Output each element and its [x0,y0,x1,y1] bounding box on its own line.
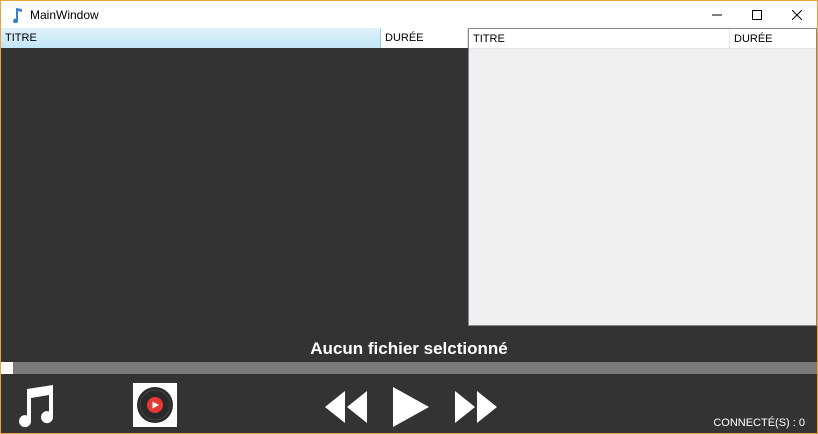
library-header: TITRE DURÉE [469,29,816,49]
music-notes-icon [19,385,54,428]
music-library-button[interactable] [15,383,59,429]
fast-forward-button[interactable] [453,385,499,429]
fast-forward-icon [455,391,497,423]
minimize-button[interactable] [697,1,737,28]
title-bar[interactable]: MainWindow [1,1,817,28]
playlist-header: TITRE DURÉE [1,28,468,48]
column-header-duration[interactable]: DURÉE [381,28,468,48]
close-button[interactable] [777,1,817,28]
main-window: MainWindow TITRE DURÉE TITRE DURÉE Aucun… [0,0,818,434]
rewind-button[interactable] [323,385,369,429]
window-title: MainWindow [30,7,99,22]
progress-bar[interactable] [1,362,817,374]
progress-fill [1,362,14,374]
column-header-title[interactable]: TITRE [1,28,381,48]
column-header-duration[interactable]: DURÉE [730,29,816,48]
connected-count: CONNECTÉ(S) : 0 [713,417,805,429]
playlist-table[interactable]: TITRE DURÉE [1,28,468,335]
maximize-icon [752,9,762,20]
minimize-icon [712,14,722,15]
music-note-icon [8,6,26,24]
close-icon [792,9,802,20]
play-icon [393,387,429,427]
maximize-button[interactable] [737,1,777,28]
window-controls [697,1,817,28]
column-header-title[interactable]: TITRE [469,29,730,48]
library-table[interactable]: TITRE DURÉE [468,28,817,326]
play-button[interactable] [389,385,431,429]
rewind-icon [325,391,367,423]
disc-button[interactable] [133,383,177,427]
now-playing-status: Aucun fichier selctionné [310,339,508,358]
vinyl-disc-icon [137,387,173,423]
